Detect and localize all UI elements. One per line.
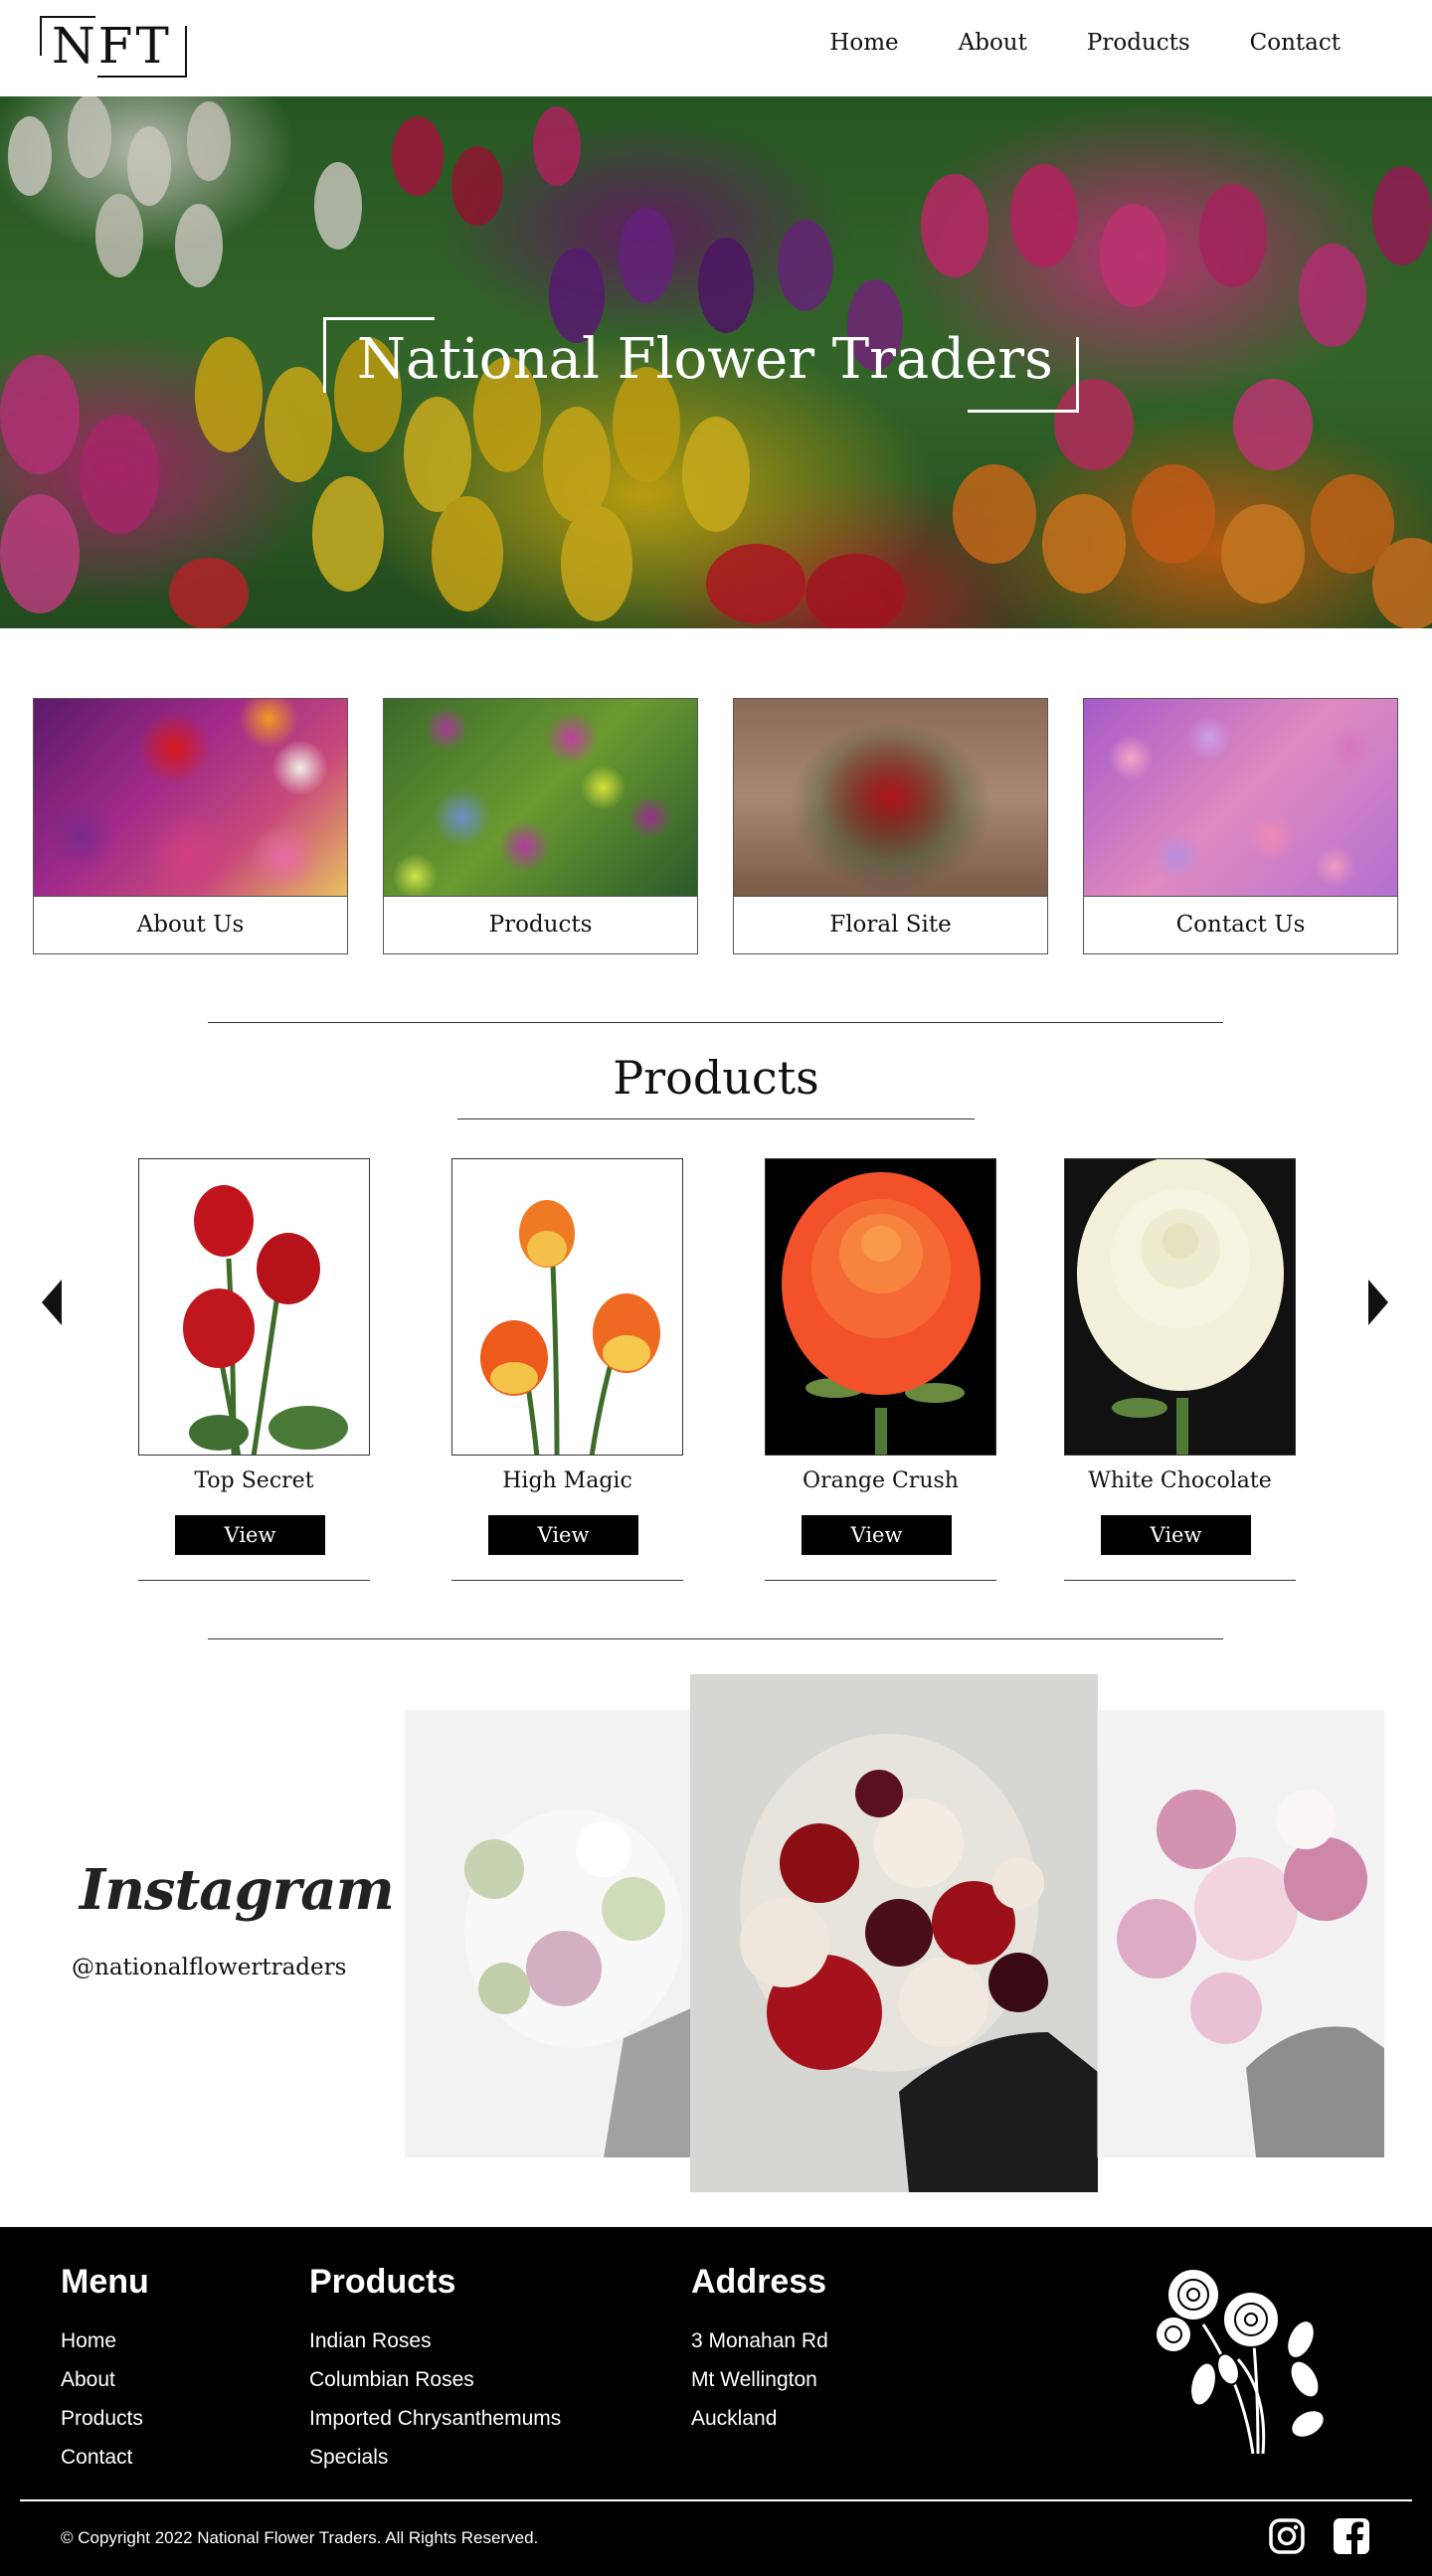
product-image[interactable]: [451, 1158, 683, 1456]
instagram-wordmark[interactable]: Instagram: [80, 1857, 395, 1923]
product-image[interactable]: [1064, 1158, 1296, 1456]
copyright-text: © Copyright 2022 National Flower Traders…: [61, 2528, 539, 2547]
card-products[interactable]: Products: [383, 698, 698, 954]
divider: [208, 1638, 1223, 1639]
footer-address: Address 3 Monahan Rd Mt Wellington Auckl…: [691, 2263, 828, 2438]
card-contact-us[interactable]: Contact Us: [1083, 698, 1398, 954]
instagram-photo-center[interactable]: [690, 1674, 1098, 2192]
address-line: Mt Wellington: [691, 2368, 817, 2391]
card-label: Contact Us: [1084, 896, 1397, 953]
instagram-photo-right[interactable]: [1097, 1710, 1384, 2157]
products-heading: Products: [613, 1051, 819, 1105]
footer-divider: [20, 2499, 1412, 2501]
instagram-icon[interactable]: [1268, 2517, 1306, 2555]
product-name: White Chocolate: [1088, 1468, 1272, 1493]
view-button[interactable]: View: [1101, 1515, 1251, 1555]
address-line: 3 Monahan Rd: [691, 2329, 828, 2352]
view-button[interactable]: View: [175, 1515, 325, 1555]
instagram-photo-left[interactable]: [405, 1710, 691, 2157]
card-image-about: [34, 699, 347, 896]
card-label: Floral Site: [734, 896, 1047, 953]
nft-logo[interactable]: NFT: [40, 16, 187, 78]
rose-illustration-icon: [1155, 2268, 1326, 2455]
card-image-contact: [1084, 699, 1397, 896]
site-footer: Menu Home About Products Contact Product…: [0, 2227, 1432, 2576]
main-nav: Home About Products Contact: [770, 30, 1341, 56]
address-line: Auckland: [691, 2407, 778, 2430]
nav-contact[interactable]: Contact: [1250, 30, 1341, 56]
hero-banner: National Flower Traders: [0, 96, 1432, 628]
footer-products-heading: Products: [309, 2263, 456, 2301]
footer-link-columbian-roses[interactable]: Columbian Roses: [309, 2360, 561, 2399]
nav-products[interactable]: Products: [1087, 30, 1190, 56]
product-divider: [451, 1580, 683, 1581]
product-name: Top Secret: [194, 1468, 314, 1493]
facebook-icon[interactable]: [1333, 2517, 1370, 2555]
view-button[interactable]: View: [488, 1515, 638, 1555]
card-floral-site[interactable]: Floral Site: [733, 698, 1048, 954]
product-divider: [765, 1580, 996, 1581]
footer-link-home[interactable]: Home: [61, 2321, 149, 2360]
card-label: About Us: [34, 896, 347, 953]
view-button[interactable]: View: [802, 1515, 952, 1555]
carousel-prev-arrow-icon[interactable]: [42, 1280, 62, 1325]
product-image[interactable]: [138, 1158, 370, 1456]
product-divider: [1064, 1580, 1296, 1581]
footer-link-contact[interactable]: Contact: [61, 2438, 149, 2477]
site-header: NFT Home About Products Contact: [0, 0, 1432, 96]
category-cards: About Us Products Floral Site Contact Us: [33, 698, 1399, 954]
product-image[interactable]: [765, 1158, 996, 1456]
logo-text: NFT: [52, 17, 172, 75]
footer-address-heading: Address: [691, 2263, 827, 2301]
heading-underline: [457, 1118, 975, 1119]
card-label: Products: [384, 896, 697, 953]
footer-link-specials[interactable]: Specials: [309, 2438, 561, 2477]
instagram-handle[interactable]: @nationalflowertraders: [72, 1955, 346, 1980]
footer-link-products[interactable]: Products: [61, 2399, 149, 2438]
footer-link-about[interactable]: About: [61, 2360, 149, 2399]
card-image-floral-site: [734, 699, 1047, 896]
footer-menu: Menu Home About Products Contact: [61, 2263, 149, 2477]
card-about-us[interactable]: About Us: [33, 698, 348, 954]
product-name: Orange Crush: [803, 1468, 959, 1493]
divider: [208, 1022, 1223, 1023]
hero-title: National Flower Traders: [323, 317, 1079, 413]
carousel-next-arrow-icon[interactable]: [1368, 1280, 1388, 1325]
hero-title-text: National Flower Traders: [357, 327, 1053, 392]
footer-link-indian-roses[interactable]: Indian Roses: [309, 2321, 561, 2360]
product-name: High Magic: [502, 1468, 632, 1493]
nav-home[interactable]: Home: [829, 30, 898, 56]
nav-about[interactable]: About: [959, 30, 1027, 56]
footer-menu-heading: Menu: [61, 2263, 149, 2301]
product-divider: [138, 1580, 370, 1581]
footer-products: Products Indian Roses Columbian Roses Im…: [309, 2263, 561, 2477]
card-image-products: [384, 699, 697, 896]
footer-link-imported-chrysanthemums[interactable]: Imported Chrysanthemums: [309, 2399, 561, 2438]
